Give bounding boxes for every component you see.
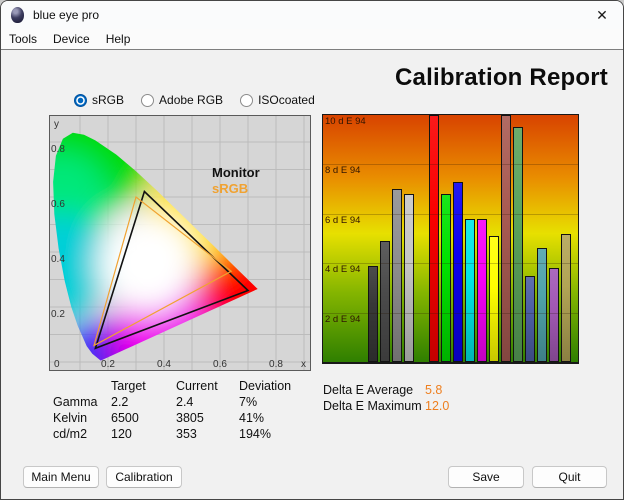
radio-circle-icon xyxy=(141,93,155,107)
deviation-value: 7% xyxy=(239,395,258,409)
row-label: cd/m2 xyxy=(53,427,88,441)
menu-item-help[interactable]: Help xyxy=(98,32,139,46)
menu-bar: Tools Device Help xyxy=(1,29,623,49)
bar-mid-green xyxy=(513,127,523,362)
x-tick-label: 0.4 xyxy=(157,359,171,370)
delta-label: Delta E Maximum xyxy=(323,399,422,413)
bar-violet xyxy=(549,268,559,362)
row-label: Kelvin xyxy=(53,411,88,425)
y-axis-label: 8 d E 94 xyxy=(325,165,361,177)
eye-icon xyxy=(11,7,24,23)
bar-green xyxy=(441,194,451,362)
radio-label: sRGB xyxy=(92,93,125,107)
bar-teal xyxy=(537,248,547,362)
radio-circle-icon xyxy=(74,93,87,107)
bar-group-rgbcmy xyxy=(429,115,499,362)
y-tick-label: 0.6 xyxy=(51,199,65,210)
menu-item-device[interactable]: Device xyxy=(45,32,98,46)
menu-item-tools[interactable]: Tools xyxy=(1,32,45,46)
y-tick-label: 0.4 xyxy=(51,254,65,265)
bar-groups xyxy=(323,115,578,362)
content-area: Calibration Report sRGB Adobe RGB ISOcoate… xyxy=(1,49,623,499)
profile-options: sRGB Adobe RGB ISOcoated xyxy=(74,93,315,107)
gridline xyxy=(323,312,578,314)
radio-adobe-rgb[interactable]: Adobe RGB xyxy=(141,93,223,107)
gridline xyxy=(323,213,578,215)
target-value: 2.2 xyxy=(111,395,129,409)
bar-olive xyxy=(561,233,571,362)
main-menu-button[interactable]: Main Menu xyxy=(23,466,99,488)
target-value: 6500 xyxy=(111,411,139,425)
radio-srgb[interactable]: sRGB xyxy=(74,93,124,107)
results-table: Target Current Deviation Gamma 2.2 2.4 7% Kelvi… xyxy=(53,379,311,443)
save-button[interactable]: Save xyxy=(448,466,524,488)
radio-isocoated[interactable]: ISOcoated xyxy=(240,93,315,107)
y-axis-label: 4 d E 94 xyxy=(325,264,361,276)
bar-cyan xyxy=(465,218,475,362)
bar-brick xyxy=(501,115,511,362)
delta-value: 5.8 xyxy=(425,383,443,397)
y-tick-label: 0.2 xyxy=(51,309,65,320)
current-value: 2.4 xyxy=(176,395,194,409)
y-axis-letter: y xyxy=(54,119,59,130)
legend-srgb: sRGB xyxy=(212,181,248,196)
delta-value: 12.0 xyxy=(425,399,450,413)
radio-label: Adobe RGB xyxy=(159,93,224,107)
bar-magenta xyxy=(477,218,487,362)
legend-monitor: Monitor xyxy=(212,165,260,180)
bar-light-gray xyxy=(404,194,414,362)
bar-red xyxy=(429,115,439,362)
bar-gray xyxy=(392,189,402,362)
gridline xyxy=(323,263,578,265)
row-label: Gamma xyxy=(53,395,98,409)
target-value: 120 xyxy=(111,427,132,441)
y-axis-label: 2 d E 94 xyxy=(325,313,361,325)
calibration-button[interactable]: Calibration xyxy=(106,466,182,488)
gridline xyxy=(323,164,578,166)
app-window: blue eye pro ✕ Tools Device Help Calibrati… xyxy=(0,0,624,500)
x-axis-letter: x xyxy=(301,359,306,370)
x-tick-label: 0.6 xyxy=(213,359,227,370)
current-value: 3805 xyxy=(176,411,204,425)
bar-dark-gray xyxy=(380,240,390,362)
bar-yellow xyxy=(489,236,499,362)
radio-circle-icon xyxy=(240,93,254,107)
delta-row: Delta E Average 5.8 xyxy=(323,383,449,399)
bar-group-mixed-tones xyxy=(501,115,571,362)
y-tick-label: 0.8 xyxy=(51,144,65,155)
table-header: Target xyxy=(111,379,146,393)
table-header: Deviation xyxy=(239,379,292,393)
x-tick-label: 0.2 xyxy=(101,359,115,370)
table-header xyxy=(53,379,111,395)
window-title: blue eye pro xyxy=(33,8,100,22)
quit-button[interactable]: Quit xyxy=(532,466,607,488)
bar-slate-blue xyxy=(525,275,535,362)
delta-summary: Delta E Average 5.8 Delta E Maximum 12.0 xyxy=(323,383,449,415)
current-value: 353 xyxy=(176,427,197,441)
y-axis-label: 10 d E 94 xyxy=(325,116,366,127)
cie-chart: Monitor sRGB y x 0 0.2 0.4 0.6 0.8 0.2 0.4 0.6 0.8 xyxy=(49,115,311,371)
page-title: Calibration Report xyxy=(395,64,608,91)
deviation-value: 194% xyxy=(239,427,271,441)
x-tick-label: 0.8 xyxy=(269,359,283,370)
y-axis-label: 6 d E 94 xyxy=(325,214,361,226)
deviation-value: 41% xyxy=(239,411,265,425)
x-tick-label: 0 xyxy=(54,359,60,370)
bar-group-gray-levels xyxy=(368,115,414,362)
delta-label: Delta E Average xyxy=(323,383,414,397)
bar-blue xyxy=(453,181,463,362)
delta-e-chart: 10 d E 94 8 d E 94 6 d E 94 4 d E 94 2 d E 9… xyxy=(322,114,579,364)
title-bar: blue eye pro ✕ xyxy=(1,1,623,29)
table-header: Current xyxy=(176,379,218,393)
cie-chart-svg: MonitorsRGB y x 0 0.2 0.4 0.6 0.8 0.2 0.4 0.6 0.8 xyxy=(49,115,311,371)
delta-row: Delta E Maximum 12.0 xyxy=(323,399,449,415)
radio-label: ISOcoated xyxy=(258,93,315,107)
bar-black xyxy=(368,265,378,362)
close-icon[interactable]: ✕ xyxy=(589,4,615,26)
